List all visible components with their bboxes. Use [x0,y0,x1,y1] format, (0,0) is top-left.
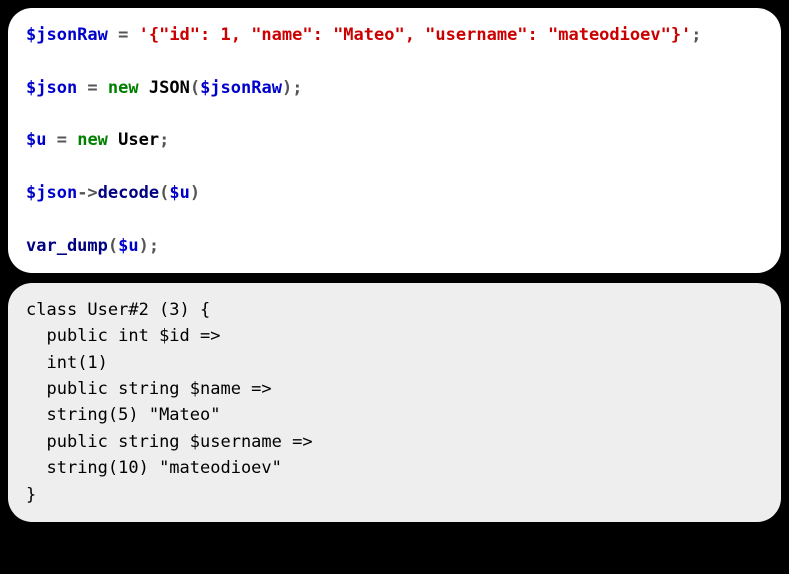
output-line: public int $id => [26,326,220,346]
output-line: } [26,485,36,505]
php-code-block: $jsonRaw = '{"id": 1, "name": "Mateo", "… [26,22,763,259]
code-punctuation: ) [190,183,200,203]
output-line: public string $name => [26,379,272,399]
code-class: JSON [139,78,190,98]
code-variable: $u [26,130,46,150]
code-variable: $json [26,183,77,203]
code-variable: $jsonRaw [200,78,282,98]
code-operator: -> [77,183,97,203]
code-operator: = [77,78,108,98]
php-code-panel: $jsonRaw = '{"id": 1, "name": "Mateo", "… [8,8,781,273]
code-variable: $u [118,236,138,256]
code-class: User [108,130,159,150]
code-punctuation: ( [159,183,169,203]
code-operator: = [46,130,77,150]
code-keyword: new [77,130,108,150]
code-punctuation: ( [190,78,200,98]
output-panel: class User#2 (3) { public int $id => int… [8,283,781,522]
output-line: class User#2 (3) { [26,300,210,320]
code-punctuation: ; [292,78,302,98]
output-line: string(5) "Mateo" [26,405,220,425]
output-line: string(10) "mateodioev" [26,458,282,478]
code-string: '{"id": 1, "name": "Mateo", "username": … [139,25,692,45]
code-function: decode [98,183,159,203]
output-line: public string $username => [26,432,313,452]
code-punctuation: ; [159,130,169,150]
code-variable: $u [169,183,189,203]
code-punctuation: ) [139,236,149,256]
code-keyword: new [108,78,139,98]
code-punctuation: ; [149,236,159,256]
code-operator: = [108,25,139,45]
code-function: var_dump [26,236,108,256]
code-variable: $jsonRaw [26,25,108,45]
code-punctuation: ; [691,25,701,45]
code-punctuation: ( [108,236,118,256]
code-punctuation: ) [282,78,292,98]
output-block: class User#2 (3) { public int $id => int… [26,297,763,508]
output-line: int(1) [26,353,108,373]
code-variable: $json [26,78,77,98]
